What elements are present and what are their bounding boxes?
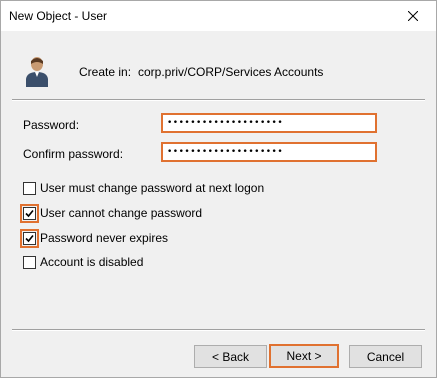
separator-top (12, 99, 425, 101)
checkbox-cannot-change-password[interactable]: User cannot change password (20, 203, 203, 223)
checkbox-must-change-password[interactable]: User must change password at next logon (23, 181, 264, 195)
checkbox[interactable] (23, 255, 36, 269)
close-button[interactable] (390, 1, 436, 31)
back-button[interactable]: < Back (194, 345, 267, 368)
next-button[interactable]: Next > (269, 344, 339, 368)
dialog-content: Create in: corp.priv/CORP/Services Accou… (1, 31, 436, 377)
checkbox-label: Account is disabled (40, 255, 144, 269)
confirm-password-label: Confirm password: (23, 147, 124, 161)
checkbox[interactable] (20, 228, 39, 248)
checkbox[interactable] (20, 203, 39, 223)
close-icon (408, 11, 418, 21)
checkbox-label: Password never expires (40, 231, 169, 245)
separator-bottom (12, 329, 425, 331)
cancel-button[interactable]: Cancel (349, 345, 422, 368)
checkmark-icon (25, 234, 34, 242)
checkbox-label: User cannot change password (40, 206, 203, 220)
window-title: New Object - User (9, 9, 108, 23)
create-in-path: corp.priv/CORP/Services Accounts (138, 65, 324, 79)
checkbox-label: User must change password at next logon (40, 181, 265, 195)
create-in-label: Create in: (79, 65, 132, 79)
checkbox-password-never-expires[interactable]: Password never expires (20, 228, 169, 248)
password-label: Password: (23, 118, 80, 132)
new-object-user-dialog: New Object - User Create in: corp.priv/C… (0, 0, 437, 378)
title-bar: New Object - User (1, 1, 436, 31)
password-field[interactable]: •••••••••••••••••••• (161, 113, 377, 133)
checkbox[interactable] (23, 181, 36, 195)
checkbox-account-disabled[interactable]: Account is disabled (23, 255, 143, 269)
checkmark-icon (25, 209, 34, 217)
user-icon (26, 57, 48, 87)
confirm-password-field[interactable]: •••••••••••••••••••• (161, 142, 377, 162)
